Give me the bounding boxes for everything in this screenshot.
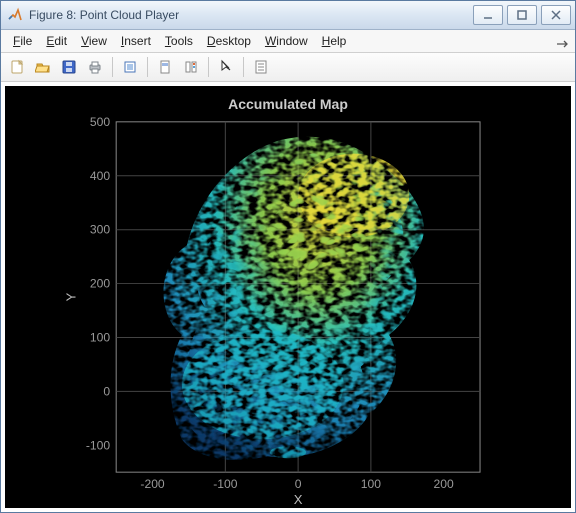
svg-text:0: 0	[103, 385, 110, 399]
toolbar-separator	[112, 57, 113, 77]
svg-text:300: 300	[90, 223, 111, 237]
open-button[interactable]	[31, 56, 55, 78]
svg-text:200: 200	[434, 477, 455, 491]
x-tick-labels: -200 -100 0 100 200	[140, 477, 454, 491]
svg-text:100: 100	[90, 331, 111, 345]
menu-insert[interactable]: Insert	[115, 32, 157, 50]
menu-file[interactable]: File	[7, 32, 38, 50]
svg-text:400: 400	[90, 169, 111, 183]
svg-text:100: 100	[361, 477, 382, 491]
insert-colorbar-button[interactable]	[179, 56, 203, 78]
menu-tools[interactable]: Tools	[159, 32, 199, 50]
menu-help[interactable]: Help	[316, 32, 353, 50]
toolbar	[1, 53, 575, 82]
maximize-button[interactable]	[507, 5, 537, 25]
svg-text:500: 500	[90, 115, 111, 129]
x-axis-label: X	[294, 492, 303, 507]
point-cloud	[164, 137, 424, 460]
close-button[interactable]	[541, 5, 571, 25]
y-axis-label: Y	[64, 292, 79, 301]
pan-button[interactable]	[118, 56, 142, 78]
axes[interactable]: Accumulated Map	[5, 86, 571, 508]
svg-text:0: 0	[295, 477, 302, 491]
menu-view[interactable]: View	[75, 32, 113, 50]
minimize-button[interactable]	[473, 5, 503, 25]
svg-text:-200: -200	[140, 477, 165, 491]
save-button[interactable]	[57, 56, 81, 78]
y-tick-labels: -100 0 100 200 300 400 500	[86, 115, 111, 452]
new-figure-button[interactable]	[5, 56, 29, 78]
menu-edit[interactable]: Edit	[40, 32, 73, 50]
dock-icon[interactable]	[555, 34, 569, 48]
menu-window[interactable]: Window	[259, 32, 314, 50]
matlab-icon	[7, 7, 23, 23]
titlebar[interactable]: Figure 8: Point Cloud Player	[1, 1, 575, 30]
svg-text:200: 200	[90, 277, 111, 291]
menubar: File Edit View Insert Tools Desktop Wind…	[1, 30, 575, 53]
edit-plot-button[interactable]	[214, 56, 238, 78]
link-button[interactable]	[153, 56, 177, 78]
figure-window: Figure 8: Point Cloud Player File Edit V…	[0, 0, 576, 513]
menu-desktop[interactable]: Desktop	[201, 32, 257, 50]
svg-text:-100: -100	[86, 438, 111, 452]
properties-button[interactable]	[249, 56, 273, 78]
svg-text:-100: -100	[213, 477, 238, 491]
axes-svg: -200 -100 0 100 200 -100 0 100 200 300 4…	[5, 86, 571, 508]
window-buttons	[473, 5, 571, 25]
toolbar-separator	[208, 57, 209, 77]
figure-content: Accumulated Map	[1, 82, 575, 512]
toolbar-separator	[147, 57, 148, 77]
print-button[interactable]	[83, 56, 107, 78]
toolbar-separator	[243, 57, 244, 77]
window-title: Figure 8: Point Cloud Player	[29, 8, 473, 22]
